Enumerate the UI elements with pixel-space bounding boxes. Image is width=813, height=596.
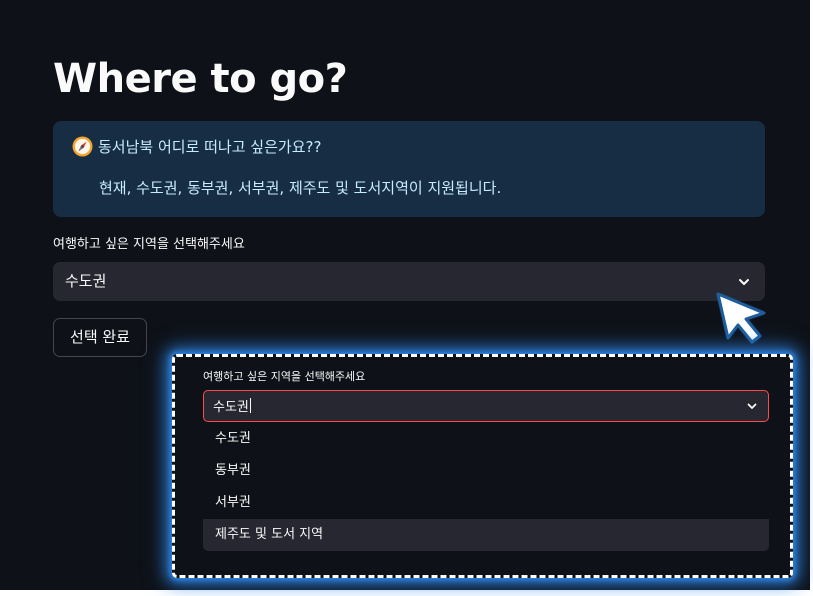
info-description: 현재, 수도권, 동부권, 서부권, 제주도 및 도서지역이 지원됩니다. xyxy=(99,179,502,197)
option-sudogwon[interactable]: 수도권 xyxy=(203,423,769,455)
page-title: Where to go? xyxy=(53,56,348,102)
info-alert: 동서남북 어디로 떠나고 싶은가요?? 현재, 수도권, 동부권, 서부권, 제… xyxy=(53,121,765,217)
inset-input-value: 수도권 xyxy=(213,398,251,415)
region-select[interactable]: 수도권 xyxy=(53,262,765,301)
option-dongbugwon[interactable]: 동부권 xyxy=(203,455,769,487)
dropdown-zoom-inset: 여행하고 싶은 지역을 선택해주세요 수도권 수도권 동부권 서부권 제주도 및… xyxy=(172,354,793,578)
region-select-label: 여행하고 싶은 지역을 선택해주세요 xyxy=(53,237,245,252)
region-options-list: 수도권 동부권 서부권 제주도 및 도서 지역 xyxy=(203,423,769,551)
mouse-cursor-icon xyxy=(716,292,766,344)
inset-region-search-input[interactable]: 수도권 xyxy=(203,390,769,422)
option-seobugwon[interactable]: 서부권 xyxy=(203,487,769,519)
chevron-down-icon[interactable] xyxy=(746,400,758,412)
text-caret xyxy=(249,398,251,413)
compass-icon xyxy=(72,136,93,157)
region-select-value: 수도권 xyxy=(65,272,107,290)
inset-select-label: 여행하고 싶은 지역을 선택해주세요 xyxy=(203,370,366,383)
option-jeju-islands[interactable]: 제주도 및 도서 지역 xyxy=(203,519,769,551)
info-heading: 동서남북 어디로 떠나고 싶은가요?? xyxy=(98,138,322,156)
confirm-selection-button[interactable]: 선택 완료 xyxy=(53,318,147,357)
